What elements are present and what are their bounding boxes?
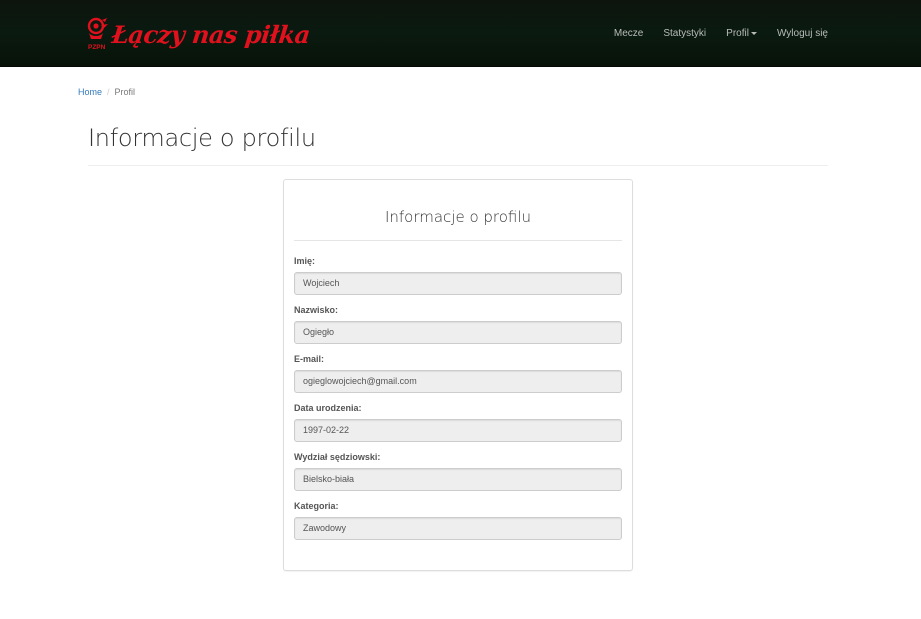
- field-wydzial: Wydział sędziowski: Bielsko-biała: [294, 451, 622, 491]
- field-nazwisko: Nazwisko: Ogiegło: [294, 304, 622, 344]
- field-label-nazwisko: Nazwisko:: [294, 305, 339, 315]
- top-navbar: PZPN Łączy nas piłka Mecze Statystyki Pr…: [0, 0, 921, 67]
- caret-down-icon: [750, 31, 757, 35]
- input-kategoria[interactable]: Zawodowy: [294, 517, 622, 540]
- nav-menu: Mecze Statystyki Profil Wyloguj się: [594, 0, 828, 67]
- field-label-data-urodzenia: Data urodzenia:: [294, 403, 362, 413]
- nav-wyloguj[interactable]: Wyloguj się: [777, 28, 828, 39]
- field-label-kategoria: Kategoria:: [294, 501, 339, 511]
- input-email[interactable]: ogieglowojciech@gmail.com: [294, 370, 622, 393]
- panel-title: Informacje o profilu: [384, 208, 532, 226]
- input-data-urodzenia[interactable]: 1997-02-22: [294, 419, 622, 442]
- field-data-urodzenia: Data urodzenia: 1997-02-22: [294, 402, 622, 442]
- title-divider: [88, 165, 828, 166]
- field-email: E-mail: ogieglowojciech@gmail.com: [294, 353, 622, 393]
- field-imie: Imię: Wojciech: [294, 255, 622, 295]
- input-imie[interactable]: Wojciech: [294, 272, 622, 295]
- brand-logo[interactable]: PZPN Łączy nas piłka: [86, 14, 312, 54]
- pzpn-eagle-emblem-icon: PZPN: [86, 16, 110, 52]
- profile-panel: Informacje o profilu Imię: Wojciech Nazw…: [283, 179, 633, 571]
- field-label-wydzial: Wydział sędziowski:: [294, 452, 381, 462]
- breadcrumb-separator: /: [107, 87, 110, 97]
- nav-statystyki[interactable]: Statystyki: [663, 28, 706, 39]
- input-wydzial[interactable]: Bielsko-biała: [294, 468, 622, 491]
- input-nazwisko[interactable]: Ogiegło: [294, 321, 622, 344]
- brand-text: Łączy nas piłka: [110, 19, 312, 49]
- breadcrumb-current: Profil: [114, 87, 136, 97]
- nav-profil-label: Profil: [726, 28, 749, 39]
- panel-divider: [294, 240, 622, 241]
- breadcrumb-home-link[interactable]: Home: [78, 87, 102, 97]
- field-label-email: E-mail:: [294, 354, 325, 364]
- breadcrumb: Home / Profil: [78, 87, 135, 97]
- nav-profil-dropdown[interactable]: Profil: [726, 28, 757, 39]
- field-label-imie: Imię:: [294, 256, 316, 266]
- field-kategoria: Kategoria: Zawodowy: [294, 500, 622, 540]
- page-title: Informacje o profilu: [88, 124, 316, 152]
- nav-mecze[interactable]: Mecze: [614, 28, 643, 39]
- svg-text:PZPN: PZPN: [88, 44, 106, 51]
